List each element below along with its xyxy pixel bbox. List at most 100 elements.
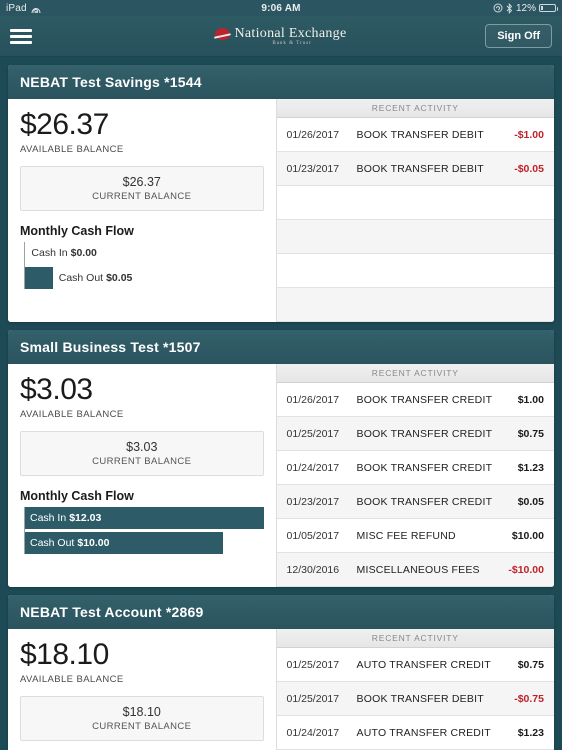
recent-activity-header: RECENT ACTIVITY: [276, 629, 554, 648]
transaction-row[interactable]: 01/24/2017 BOOK TRANSFER CREDIT $1.23: [276, 451, 554, 485]
transaction-date: 01/25/2017: [286, 658, 340, 671]
transaction-description: BOOK TRANSFER CREDIT: [356, 393, 493, 406]
transaction-amount: $1.00: [517, 393, 544, 406]
transaction-row[interactable]: 01/26/2017 BOOK TRANSFER DEBIT -$1.00: [276, 118, 554, 152]
cash-out-label: Cash Out $10.00: [30, 536, 110, 549]
cash-in-amount: $12.03: [69, 511, 102, 524]
transaction-amount: $0.75: [517, 427, 544, 440]
cash-in-label: Cash In $12.03: [30, 511, 102, 524]
recent-activity-pane[interactable]: RECENT ACTIVITY 01/26/2017 BOOK TRANSFER C…: [275, 364, 554, 587]
battery-percent-label: 12%: [515, 2, 536, 14]
transaction-amount: -$0.05: [514, 162, 544, 175]
available-balance-label: AVAILABLE BALANCE: [20, 408, 124, 420]
cash-flow-chart: Cash In $12.03 Cash Out $10.00: [20, 506, 264, 554]
account-card[interactable]: Small Business Test *1507 $3.03 AVAILABLE …: [8, 330, 554, 587]
current-balance-box: $3.03 CURRENT BALANCE: [20, 430, 264, 476]
transaction-amount: $0.05: [517, 495, 544, 508]
account-card-title: NEBAT Test Savings *1544: [8, 65, 554, 99]
account-card-body: $26.37 AVAILABLE BALANCE $26.37 CURRENT BAL…: [8, 99, 554, 322]
cash-flow-bar-row: Cash In $0.00: [24, 241, 264, 264]
sign-off-button[interactable]: Sign Off: [485, 24, 552, 48]
current-balance-amount: $18.10: [122, 704, 161, 719]
transaction-row-empty: [276, 288, 554, 322]
transaction-date: 01/23/2017: [286, 495, 340, 508]
available-balance-label: AVAILABLE BALANCE: [20, 673, 124, 685]
chart-axis: [24, 506, 25, 554]
transaction-date: 01/26/2017: [286, 128, 340, 141]
transaction-amount: -$0.75: [514, 692, 544, 705]
cash-out-amount: $10.00: [77, 536, 110, 549]
current-balance-box: $26.37 CURRENT BALANCE: [20, 165, 264, 211]
transaction-date: 01/25/2017: [286, 427, 340, 440]
bluetooth-icon: [506, 2, 513, 14]
cash-in-label: Cash In $0.00: [31, 246, 97, 259]
monthly-cash-flow-title: Monthly Cash Flow: [20, 223, 134, 238]
logo-tagline: Bank & Trust: [272, 41, 312, 46]
transaction-description: BOOK TRANSFER CREDIT: [356, 461, 493, 474]
battery-icon: [539, 4, 558, 12]
cash-flow-bar-row: Cash Out $0.05: [24, 266, 264, 289]
logo-name: National Exchange: [234, 26, 347, 41]
cash-flow-bar-row: Cash In $12.03: [24, 506, 264, 529]
transaction-row-empty: [276, 186, 554, 220]
recent-activity-pane[interactable]: RECENT ACTIVITY 01/26/2017 BOOK TRANSFER D…: [275, 99, 554, 322]
current-balance-amount: $3.03: [126, 439, 158, 454]
current-balance-box: $18.10 CURRENT BALANCE: [20, 695, 264, 741]
transaction-row[interactable]: 01/25/2017 AUTO TRANSFER CREDIT $0.75: [276, 648, 554, 682]
account-card-body: $3.03 AVAILABLE BALANCE $3.03 CURRENT BALAN…: [8, 364, 554, 587]
balance-pane: $3.03 AVAILABLE BALANCE $3.03 CURRENT BALAN…: [8, 364, 276, 587]
hamburger-menu-icon[interactable]: [10, 26, 32, 47]
transaction-row[interactable]: 01/24/2017 AUTO TRANSFER CREDIT $1.23: [276, 716, 554, 750]
transaction-amount: $0.75: [517, 658, 544, 671]
transaction-row-empty: [276, 254, 554, 288]
transaction-amount: $10.00: [511, 529, 544, 542]
transaction-row[interactable]: 01/23/2017 BOOK TRANSFER CREDIT $0.05: [276, 485, 554, 519]
transaction-row[interactable]: 01/25/2017 BOOK TRANSFER CREDIT $0.75: [276, 417, 554, 451]
transaction-description: BOOK TRANSFER CREDIT: [356, 495, 493, 508]
current-balance-label: CURRENT BALANCE: [92, 720, 192, 732]
rotation-lock-icon: [493, 3, 503, 13]
transaction-amount: $1.23: [517, 726, 544, 739]
transaction-date: 01/24/2017: [286, 726, 340, 739]
current-balance-label: CURRENT BALANCE: [92, 455, 192, 467]
cash-out-amount: $0.05: [106, 271, 133, 284]
transaction-row[interactable]: 12/30/2016 MISCELLANEOUS FEES -$10.00: [276, 553, 554, 587]
account-card[interactable]: NEBAT Test Savings *1544 $26.37 AVAILABLE …: [8, 65, 554, 322]
available-balance-amount: $3.03: [20, 373, 93, 406]
transaction-description: BOOK TRANSFER DEBIT: [356, 128, 484, 141]
account-card-body: $18.10 AVAILABLE BALANCE $18.10 CURRENT BAL…: [8, 629, 554, 750]
recent-activity-header: RECENT ACTIVITY: [276, 364, 554, 383]
cash-out-bar: [24, 266, 53, 289]
account-card-title: Small Business Test *1507: [8, 330, 554, 364]
monthly-cash-flow-title: Monthly Cash Flow: [20, 488, 134, 503]
transaction-date: 01/23/2017: [286, 162, 340, 175]
available-balance-amount: $18.10: [20, 638, 109, 671]
transaction-description: BOOK TRANSFER DEBIT: [356, 162, 484, 175]
transaction-row-empty: [276, 220, 554, 254]
cash-flow-chart: Cash In $0.00 Cash Out $0.05: [20, 241, 264, 289]
transaction-description: MISCELLANEOUS FEES: [356, 563, 480, 576]
transaction-row[interactable]: 01/25/2017 BOOK TRANSFER DEBIT -$0.75: [276, 682, 554, 716]
current-balance-amount: $26.37: [122, 174, 161, 189]
cash-out-label: Cash Out $0.05: [58, 271, 133, 284]
transaction-description: AUTO TRANSFER CREDIT: [356, 658, 491, 671]
accounts-scroll-area[interactable]: NEBAT Test Savings *1544 $26.37 AVAILABLE …: [0, 57, 562, 750]
recent-activity-pane[interactable]: RECENT ACTIVITY 01/25/2017 AUTO TRANSFER C…: [275, 629, 554, 750]
cash-in-bar: Cash In $12.03: [24, 506, 264, 529]
app-header: National Exchange Bank & Trust Sign Off: [0, 16, 562, 57]
transaction-row[interactable]: 01/05/2017 MISC FEE REFUND $10.00: [276, 519, 554, 553]
transaction-row[interactable]: 01/26/2017 BOOK TRANSFER CREDIT $1.00: [276, 383, 554, 417]
account-card[interactable]: NEBAT Test Account *2869 $18.10 AVAILABLE …: [8, 595, 554, 750]
account-card-title: NEBAT Test Account *2869: [8, 595, 554, 629]
available-balance-amount: $26.37: [20, 108, 109, 141]
transaction-date: 01/26/2017: [286, 393, 340, 406]
transaction-description: BOOK TRANSFER DEBIT: [356, 692, 484, 705]
transaction-description: AUTO TRANSFER CREDIT: [356, 726, 491, 739]
logo-sphere-icon: [214, 28, 232, 40]
transaction-date: 01/05/2017: [286, 529, 340, 542]
balance-pane: $26.37 AVAILABLE BALANCE $26.37 CURRENT BAL…: [8, 99, 276, 322]
transaction-amount: -$10.00: [508, 563, 544, 576]
transaction-amount: -$1.00: [514, 128, 544, 141]
transaction-row[interactable]: 01/23/2017 BOOK TRANSFER DEBIT -$0.05: [276, 152, 554, 186]
transaction-amount: $1.23: [517, 461, 544, 474]
